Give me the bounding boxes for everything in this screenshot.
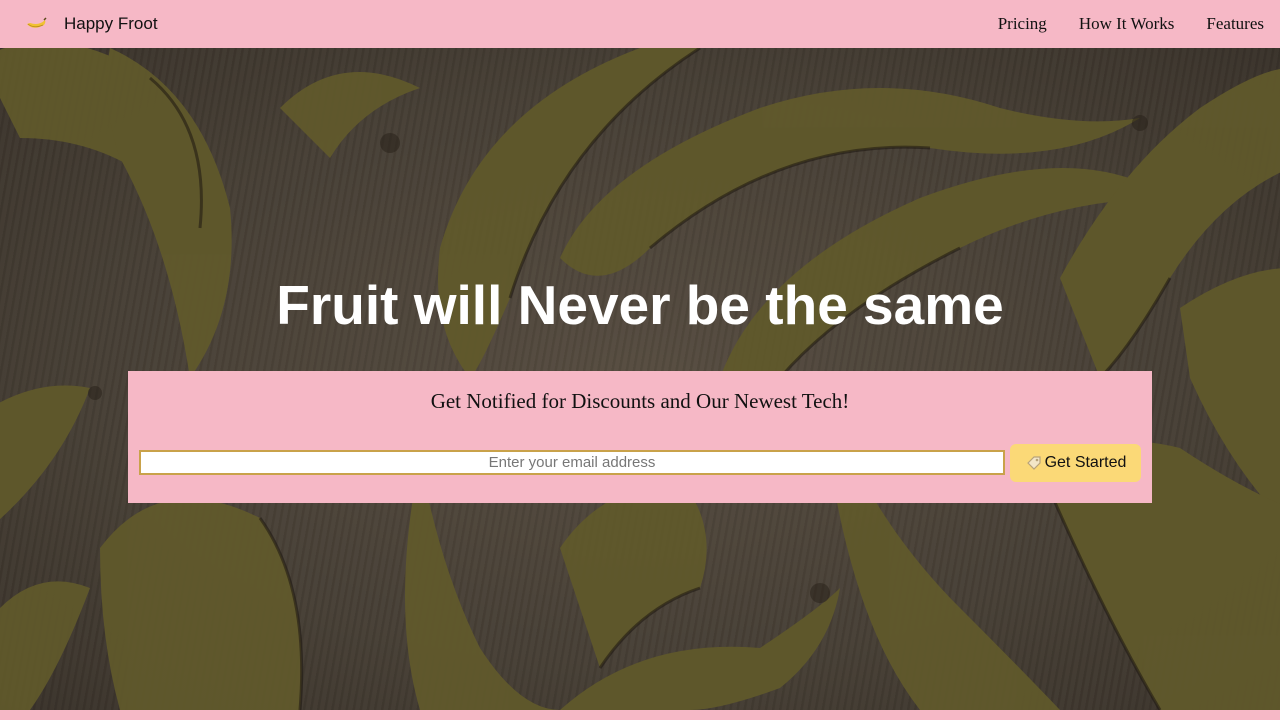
nav-link-how-it-works[interactable]: How It Works — [1079, 14, 1175, 34]
get-started-button[interactable]: Get Started — [1010, 444, 1141, 482]
signup-panel: Get Notified for Discounts and Our Newes… — [128, 371, 1152, 503]
nav-links: Pricing How It Works Features — [966, 0, 1280, 48]
get-started-label: Get Started — [1044, 454, 1127, 471]
top-navbar: Happy Froot Pricing How It Works Feature… — [0, 0, 1280, 48]
brand[interactable]: Happy Froot — [0, 0, 158, 48]
footer-strip — [0, 710, 1280, 720]
banana-icon — [27, 17, 47, 28]
nav-link-pricing[interactable]: Pricing — [998, 14, 1047, 34]
signup-title: Get Notified for Discounts and Our Newes… — [430, 389, 850, 413]
tag-icon — [1026, 456, 1041, 470]
hero-section: Fruit will Never be the same Get Notifie… — [0, 48, 1280, 710]
email-input[interactable] — [139, 450, 1005, 475]
nav-link-features[interactable]: Features — [1206, 14, 1264, 34]
hero-headline: Fruit will Never be the same — [276, 274, 1004, 336]
brand-name: Happy Froot — [64, 14, 158, 33]
